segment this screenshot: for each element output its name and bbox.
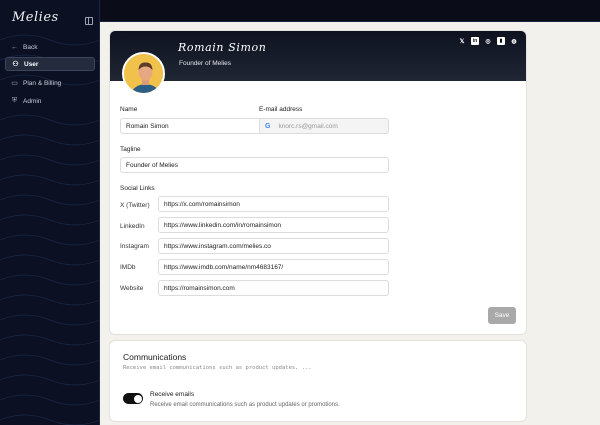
sidebar-collapse-icon[interactable] (85, 17, 93, 25)
user-icon: ⚇ (12, 61, 19, 68)
x-twitter-field-value: https://x.com/romainsimon (164, 200, 240, 208)
receive-emails-description: Receive email communications such as pro… (150, 402, 340, 408)
x-twitter-field[interactable]: https://x.com/romainsimon (158, 196, 389, 212)
tagline-label: Tagline (120, 146, 141, 153)
website-field[interactable]: https://romainsimon.com (158, 280, 389, 296)
social-links-label: Social Links (120, 185, 155, 192)
shield-icon: ⛨ (11, 97, 18, 104)
card-icon: ▭ (11, 80, 18, 87)
sidebar-item-label: Admin (23, 97, 42, 105)
profile-banner: Romain Simon Founder of Melies 𝕏 in ◎ ▮ … (110, 31, 526, 81)
social-label-imdb: IMDb (120, 264, 136, 271)
email-field[interactable]: G knorc.rs@gmail.com (259, 118, 389, 134)
social-label-linkedin: LinkedIn (120, 223, 145, 230)
google-icon: G (265, 122, 271, 130)
sidebar-item-admin[interactable]: ⛨ Admin (5, 94, 95, 108)
sidebar-item-plan-billing[interactable]: ▭ Plan & Billing (5, 76, 95, 90)
x-icon[interactable]: 𝕏 (458, 37, 466, 45)
profile-name: Romain Simon (178, 41, 267, 54)
arrow-left-icon: ← (11, 43, 18, 51)
name-label: Name (120, 106, 138, 113)
social-icons: 𝕏 in ◎ ▮ ◍ (458, 37, 518, 45)
avatar-photo (124, 54, 163, 93)
social-label-x: X (Twitter) (120, 202, 150, 209)
instagram-icon[interactable]: ◎ (484, 37, 492, 45)
tagline-field-value: Founder of Melies (126, 161, 179, 169)
instagram-field[interactable]: https://www.instagram.com/melies.co (158, 238, 389, 254)
sidebar-item-back[interactable]: ← Back (5, 40, 95, 54)
linkedin-field-value: https://www.linkedin.com/in/romainsimon (164, 221, 282, 229)
tagline-field[interactable]: Founder of Melies (120, 157, 389, 173)
communications-title: Communications (123, 352, 187, 362)
imdb-icon[interactable]: ▮ (497, 37, 505, 45)
communications-subtitle: Receive email communications such as pro… (123, 365, 312, 371)
receive-emails-toggle[interactable] (123, 393, 143, 404)
sidebar: Melies ← Back ⚇ User ▭ Plan & Billing ⛨ … (0, 0, 100, 425)
avatar[interactable] (122, 52, 165, 95)
globe-icon[interactable]: ◍ (510, 37, 518, 45)
social-label-website: Website (120, 285, 144, 292)
imdb-field[interactable]: https://www.imdb.com/name/nm4683167/ (158, 259, 389, 275)
app-logo[interactable]: Melies (12, 10, 59, 25)
profile-card: Romain Simon Founder of Melies 𝕏 in ◎ ▮ … (110, 31, 526, 334)
website-field-value: https://romainsimon.com (164, 284, 235, 292)
receive-emails-label: Receive emails (150, 391, 195, 398)
email-label: E-mail address (259, 106, 303, 113)
sidebar-item-label: Plan & Billing (23, 79, 62, 87)
profile-tagline: Founder of Melies (179, 60, 232, 67)
name-field-value: Romain Simon (126, 122, 169, 130)
linkedin-icon[interactable]: in (471, 37, 479, 45)
sidebar-item-user[interactable]: ⚇ User (5, 57, 95, 71)
imdb-field-value: https://www.imdb.com/name/nm4683167/ (164, 263, 284, 271)
linkedin-field[interactable]: https://www.linkedin.com/in/romainsimon (158, 217, 389, 233)
save-button[interactable]: Save (488, 307, 516, 324)
instagram-field-value: https://www.instagram.com/melies.co (164, 242, 271, 250)
toggle-knob (133, 394, 142, 403)
social-label-instagram: Instagram (120, 243, 149, 250)
communications-card: Communications Receive email communicati… (110, 341, 526, 421)
email-field-value: knorc.rs@gmail.com (278, 122, 338, 130)
sidebar-item-label: User (24, 60, 39, 68)
sidebar-item-label: Back (23, 43, 38, 51)
